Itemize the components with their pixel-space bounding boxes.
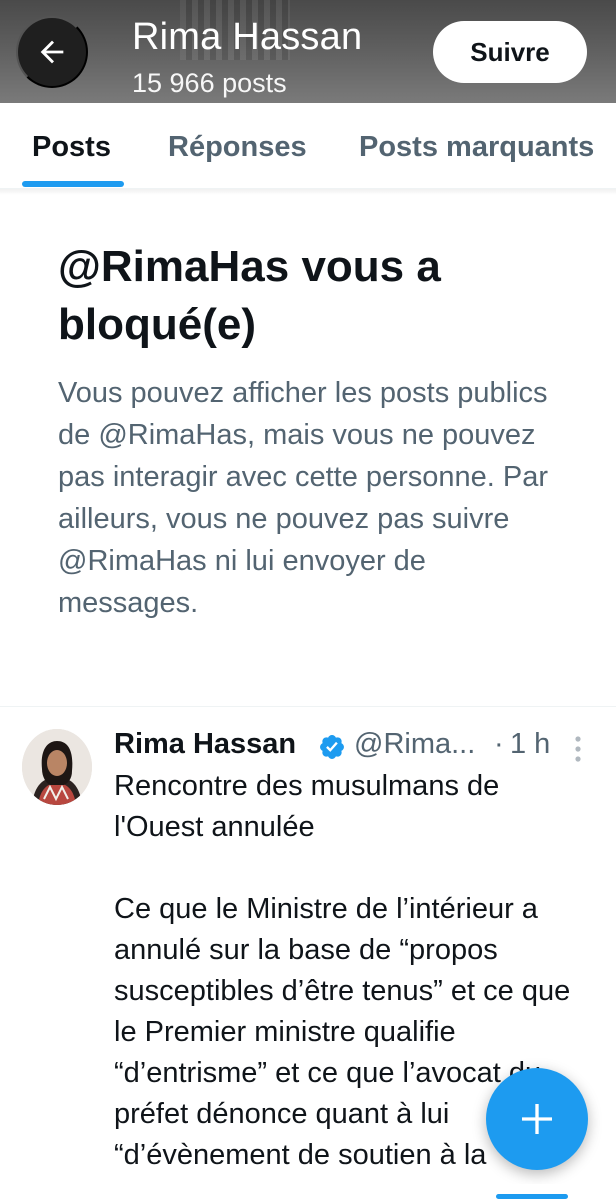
post-author-handle[interactable]: @Rima... bbox=[354, 728, 475, 761]
tab-highlights[interactable]: Posts marquants bbox=[359, 131, 594, 164]
blocked-title: @RimaHas vous a bloqué(e) bbox=[58, 242, 441, 349]
plus-icon bbox=[522, 1104, 552, 1134]
avatar[interactable] bbox=[22, 729, 92, 805]
follow-button[interactable]: Suivre bbox=[433, 21, 587, 83]
more-vertical-icon[interactable] bbox=[568, 734, 588, 764]
post-author-name[interactable]: Rima Hassan bbox=[114, 728, 296, 761]
arrow-left-icon bbox=[40, 40, 64, 64]
active-tab-indicator bbox=[22, 181, 124, 187]
compose-button[interactable] bbox=[486, 1068, 588, 1170]
profile-tabs: Posts Réponses Posts marquants bbox=[0, 103, 616, 189]
tab-posts[interactable]: Posts bbox=[32, 131, 111, 164]
link-underline bbox=[496, 1194, 568, 1199]
avatar-image bbox=[22, 729, 92, 805]
blocked-description: Vous pouvez afficher les posts publics d… bbox=[58, 377, 549, 619]
back-button[interactable] bbox=[16, 16, 88, 88]
header-profile-name: Rima Hassan bbox=[132, 16, 363, 58]
section-divider bbox=[0, 706, 616, 707]
post-timestamp[interactable]: 1 h bbox=[510, 728, 550, 761]
post-paragraph: Rencontre des musulmans de l'Ouest annul… bbox=[114, 770, 500, 843]
tabs-shadow bbox=[0, 189, 616, 195]
tab-replies[interactable]: Réponses bbox=[168, 131, 307, 164]
post-separator: · bbox=[494, 728, 504, 760]
header-posts-count: 15 966 posts bbox=[132, 68, 287, 98]
verified-badge-icon bbox=[320, 735, 344, 759]
profile-header: Rima Hassan 15 966 posts Suivre bbox=[0, 0, 616, 103]
